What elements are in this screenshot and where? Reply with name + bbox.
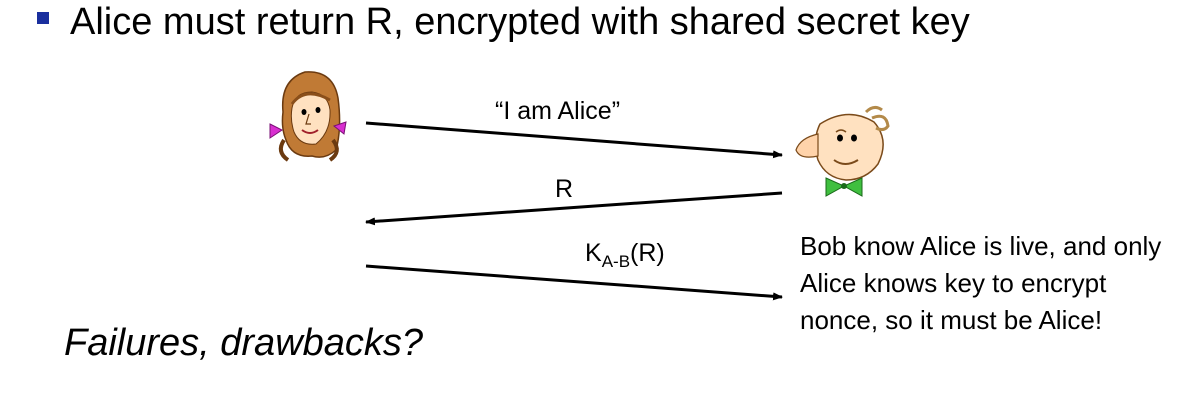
message-label-encrypted-r: KA-B(R) [585, 238, 665, 277]
arrow-encrypted-r [365, 264, 783, 301]
key-subscript: A-B [601, 252, 631, 271]
alice-icon [269, 71, 347, 162]
question-text: Failures, drawbacks? [64, 322, 424, 364]
arrow-r [365, 191, 783, 226]
key-symbol: K [585, 239, 602, 267]
message-label-r: R [555, 175, 574, 203]
key-argument: (R) [630, 239, 665, 267]
bob-icon [795, 105, 890, 197]
message-label-i-am-alice: “I am Alice” [495, 97, 621, 125]
arrow-i-am-alice [365, 121, 783, 159]
explanation-note: Bob know Alice is live, and only Alice k… [800, 231, 1162, 335]
